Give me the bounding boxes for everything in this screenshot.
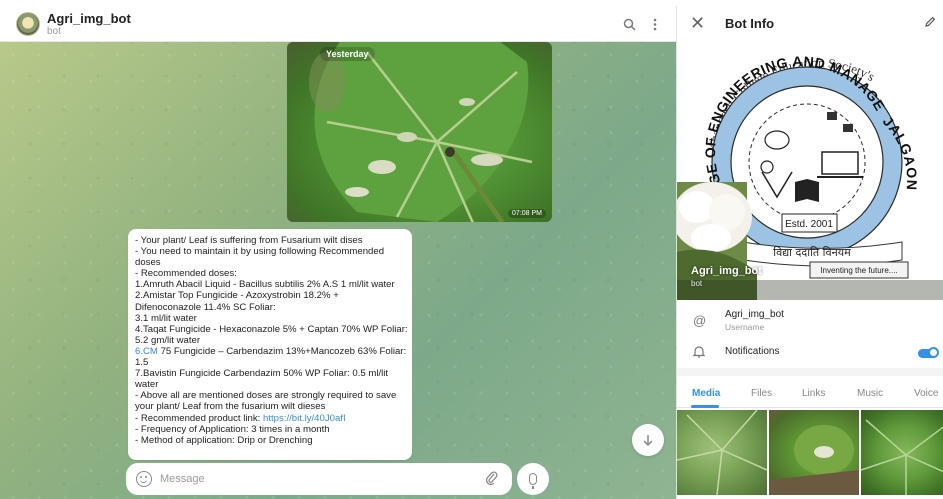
paperclip-icon[interactable] <box>485 471 498 488</box>
chat-subtitle: bot <box>47 26 61 37</box>
message-line: 1.5 <box>135 357 149 369</box>
tab-media[interactable]: Media <box>692 388 720 399</box>
more-vertical-icon[interactable] <box>646 15 664 33</box>
message-line: 3.1 ml/lit water <box>135 312 197 324</box>
section-divider <box>677 368 943 376</box>
message-line: water <box>135 379 159 391</box>
username-value: Agri_img_bot <box>725 309 784 320</box>
leaf-thumbnail <box>769 425 859 495</box>
bot-info-panel: ✕ Bot Info Khandesh College Education So… <box>676 6 943 499</box>
leaf-photo-message[interactable]: 07:08 PM <box>287 42 552 222</box>
leaf-thumbnail <box>861 419 943 495</box>
tab-files[interactable]: Files <box>751 388 772 399</box>
shared-media-tabs: Media Files Links Music Voice <box>677 376 943 408</box>
message-line: 4.Taqat Fungicide - Hexaconazole 5% + Ca… <box>135 323 408 335</box>
leaf-photo <box>309 42 533 222</box>
arrow-down-icon <box>643 435 653 446</box>
message-line: Difenoconazole 11.4% SC Foliar: <box>135 301 276 313</box>
message-composer <box>126 463 512 495</box>
message-line: 5.2 gm/lit water <box>135 334 201 346</box>
bot-avatar[interactable] <box>16 12 40 36</box>
chat-pane: Agri_img_bot bot 07:08 PM Yesterday - Yo… <box>0 6 676 499</box>
media-thumbnail[interactable] <box>861 410 943 495</box>
smiley-icon[interactable] <box>136 471 152 487</box>
logo-motto: विद्या ददाति विनयम <box>773 246 851 259</box>
media-thumbnail[interactable] <box>677 410 767 495</box>
at-icon: @ <box>693 313 707 328</box>
chat-title[interactable]: Agri_img_bot <box>47 11 131 26</box>
message-line: 1.Amruth Abacil Liquid - Bacillus subtil… <box>135 279 395 291</box>
message-line: - Above all are mentioned doses are stro… <box>135 390 397 402</box>
chat-header: Agri_img_bot bot <box>0 6 676 42</box>
message-line: 7.Bavistin Fungicide Carbendazim 50% WP … <box>135 368 389 380</box>
message-line: doses <box>135 257 161 269</box>
notifications-toggle[interactable] <box>918 347 939 358</box>
profile-photo[interactable]: Khandesh College Education Society's EGE… <box>677 42 943 300</box>
notifications-label: Notifications <box>725 346 780 357</box>
college-logo: Khandesh College Education Society's EGE… <box>677 42 943 300</box>
message-line: your plant/ Leaf from the fusarium wilt … <box>135 401 326 413</box>
media-thumbnail[interactable] <box>769 410 859 495</box>
message-line: - Your plant/ Leaf is suffering from Fus… <box>135 235 363 246</box>
scroll-to-bottom-button[interactable] <box>632 424 664 456</box>
notifications-row[interactable]: Notifications <box>677 336 943 372</box>
photo-timestamp: 07:08 PM <box>508 209 546 218</box>
message-line: - Recommended product link: https://bit.… <box>135 413 405 424</box>
active-tab-indicator <box>691 405 719 408</box>
product-link[interactable]: https://bit.ly/40J0afI <box>263 413 346 424</box>
tab-links[interactable]: Links <box>802 388 825 399</box>
command-link[interactable]: 6.CM <box>135 346 158 357</box>
message-line: 2.Amistar Top Fungicide - Azoxystrobin 1… <box>135 290 339 302</box>
search-icon[interactable] <box>620 15 638 33</box>
username-label: Username <box>725 322 765 332</box>
message-line: - Recommended doses: <box>135 268 237 280</box>
bot-reply-message: - Your plant/ Leaf is suffering from Fus… <box>128 229 412 460</box>
message-input[interactable] <box>160 469 460 489</box>
info-header: ✕ Bot Info <box>677 6 943 42</box>
close-icon[interactable]: ✕ <box>690 14 705 32</box>
message-line-text: 75 Fungicide – Carbendazim 13%+Mancozeb … <box>160 345 407 357</box>
username-row[interactable]: @ Agri_img_bot Username <box>677 304 943 340</box>
date-chip: Yesterday <box>320 47 375 61</box>
leaf-thumbnail <box>677 410 767 495</box>
message-line: - Frequency of Application: 3 times in a… <box>135 423 330 435</box>
profile-subtitle: bot <box>691 279 703 288</box>
tab-music[interactable]: Music <box>857 388 883 399</box>
logo-established: Estd. 2001 <box>785 219 833 230</box>
message-line: - Method of application: Drip or Drenchi… <box>135 434 313 446</box>
info-title: Bot Info <box>725 16 775 31</box>
message-line: 6.CM 75 Fungicide – Carbendazim 13%+Manc… <box>135 345 407 357</box>
voice-record-button[interactable] <box>517 463 549 495</box>
bell-icon <box>692 345 706 361</box>
message-line: - You need to maintain it by using follo… <box>135 246 385 258</box>
message-line-text: - Recommended product link: <box>135 412 263 424</box>
logo-tagline: Inventing the future.... <box>820 266 897 275</box>
tab-voice[interactable]: Voice <box>914 388 938 399</box>
microphone-icon <box>529 473 537 489</box>
profile-name: Agri_img_bot <box>691 265 762 277</box>
pencil-icon[interactable] <box>924 16 936 31</box>
